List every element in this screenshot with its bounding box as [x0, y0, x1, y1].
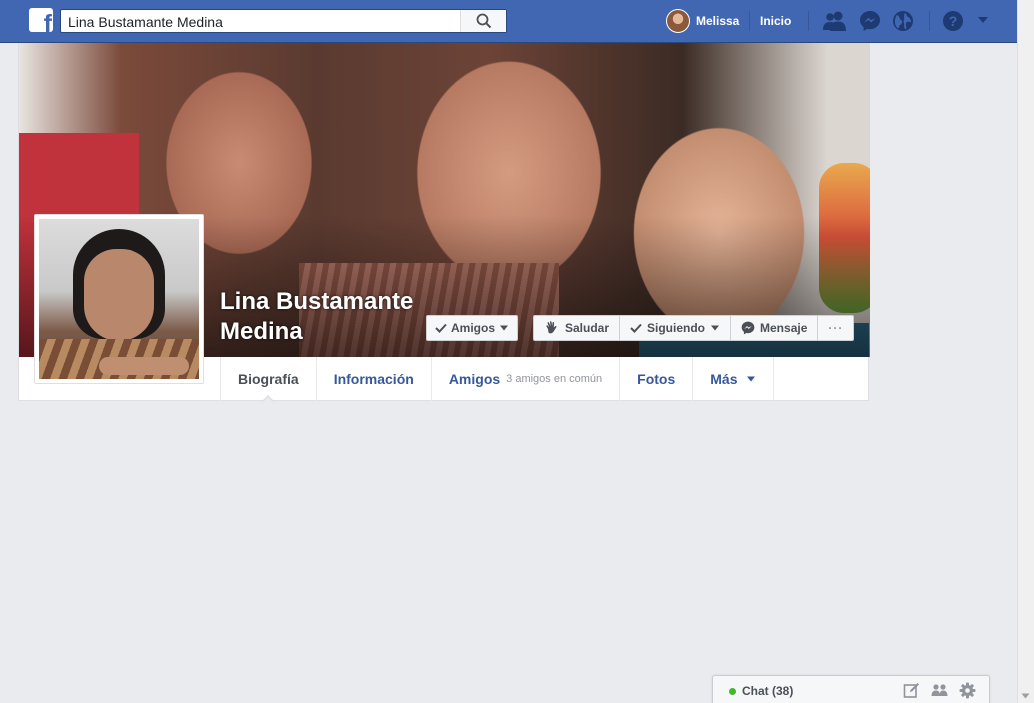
profile-actions: Saludar Siguiendo Mensaje ··· — [533, 315, 855, 341]
friends-button[interactable]: Amigos — [426, 315, 519, 341]
notifications-globe-icon[interactable] — [892, 10, 914, 32]
wave-button[interactable]: Saludar — [533, 315, 621, 341]
user-avatar[interactable] — [666, 9, 690, 33]
messenger-icon — [741, 321, 755, 335]
tab-label: Fotos — [637, 371, 676, 387]
chevron-down-icon — [711, 325, 720, 331]
new-group-icon[interactable] — [931, 682, 948, 699]
search-box[interactable]: Lina Bustamante Medina — [60, 9, 507, 33]
tab-label: Más — [710, 371, 738, 387]
profile-name[interactable]: Lina Bustamante Medina — [220, 287, 430, 347]
svg-text:?: ? — [949, 13, 958, 29]
check-icon — [630, 323, 642, 333]
friend-requests-icon[interactable] — [823, 10, 846, 32]
tab-about[interactable]: Información — [315, 357, 431, 401]
tab-label: Información — [333, 371, 414, 387]
wave-button-label: Saludar — [565, 321, 610, 335]
user-profile-link[interactable]: Melissa — [696, 14, 739, 28]
divider — [749, 11, 750, 31]
tab-timeline[interactable]: Biografía — [220, 357, 316, 403]
wave-hand-icon — [546, 321, 557, 334]
facebook-logo-icon[interactable]: f — [29, 8, 53, 32]
chat-label[interactable]: Chat (38) — [742, 684, 793, 698]
search-icon — [476, 13, 492, 29]
tab-label: Amigos — [448, 371, 501, 387]
profile-picture[interactable] — [34, 214, 204, 384]
more-options-icon: ··· — [828, 321, 844, 335]
online-status-dot — [729, 688, 736, 695]
following-button-label: Siguiendo — [647, 321, 706, 335]
following-button[interactable]: Siguiendo — [619, 315, 732, 341]
chevron-down-icon — [500, 325, 509, 331]
top-navigation-bar: f Lina Bustamante Medina Melissa Inicio — [0, 0, 1017, 43]
messenger-icon[interactable] — [859, 10, 881, 32]
tab-label: Biografía — [238, 371, 299, 387]
chevron-down-icon — [746, 376, 755, 382]
message-button-label: Mensaje — [760, 321, 808, 335]
account-menu-caret-icon[interactable] — [976, 15, 998, 37]
home-link[interactable]: Inicio — [760, 14, 791, 28]
search-input[interactable]: Lina Bustamante Medina — [68, 14, 223, 30]
gear-icon[interactable] — [959, 682, 976, 699]
check-icon — [435, 323, 447, 333]
help-icon[interactable]: ? — [942, 10, 964, 32]
vertical-scrollbar[interactable] — [1017, 0, 1034, 703]
more-options-button[interactable]: ··· — [817, 315, 855, 341]
tab-photos[interactable]: Fotos — [619, 357, 692, 401]
scroll-down-arrow-icon[interactable] — [1021, 693, 1030, 699]
chat-sidebar-bar[interactable]: Chat (38) — [712, 675, 990, 703]
divider — [808, 11, 809, 31]
tab-more[interactable]: Más — [692, 357, 774, 401]
profile-tabs: Biografía Información Amigos 3 amigos en… — [220, 357, 774, 403]
divider — [929, 11, 930, 31]
mutual-friends-count: 3 amigos en común — [506, 373, 603, 385]
message-button[interactable]: Mensaje — [730, 315, 819, 341]
friends-button-label: Amigos — [451, 321, 496, 335]
tab-friends[interactable]: Amigos 3 amigos en común — [430, 357, 619, 401]
profile-header: Lina Bustamante Medina Amigos Saludar Si… — [18, 43, 870, 403]
search-button[interactable] — [460, 10, 506, 32]
compose-icon[interactable] — [903, 682, 920, 699]
